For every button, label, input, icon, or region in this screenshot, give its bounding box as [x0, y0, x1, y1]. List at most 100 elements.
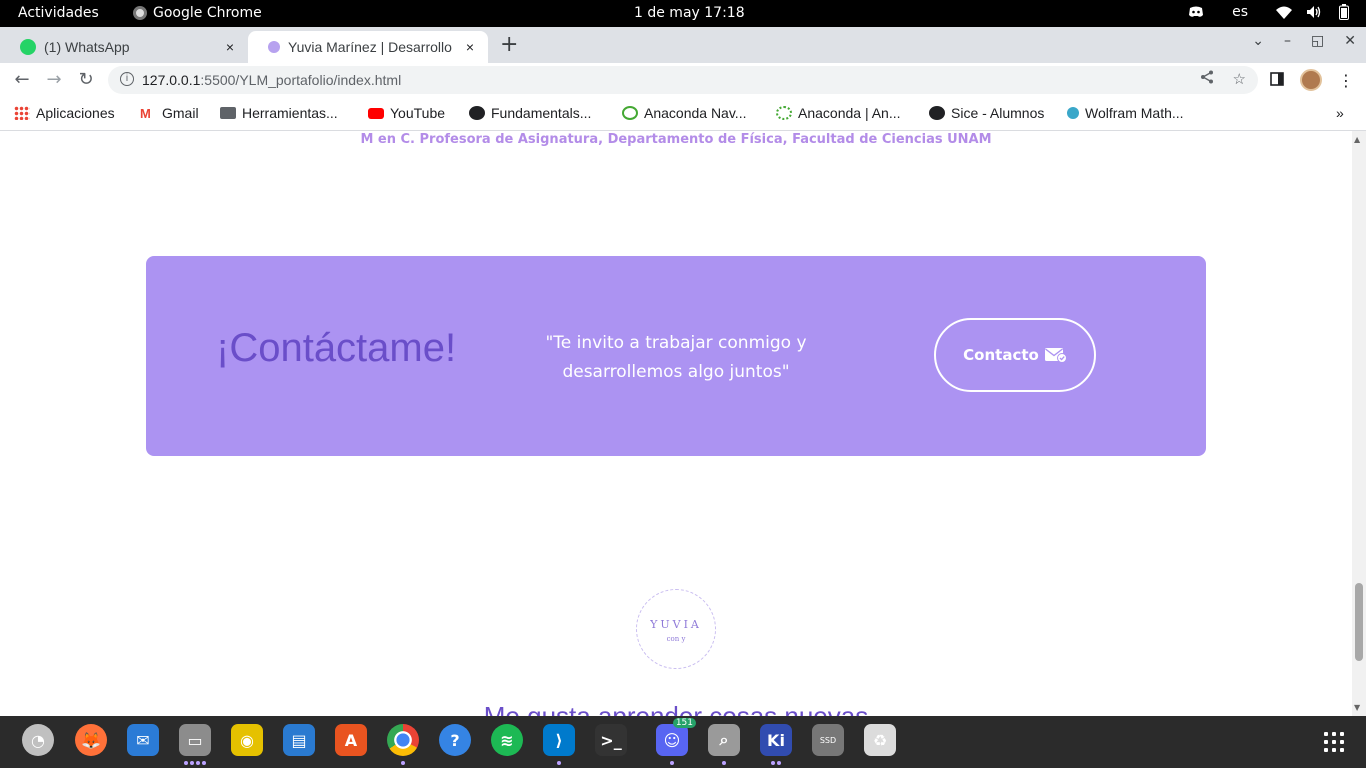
ssd-dock-icon[interactable]: SSD: [812, 724, 844, 756]
system-top-bar: Actividades Google Chrome 1 de may 17:18…: [0, 0, 1366, 27]
bookmark-herramientas[interactable]: Herramientas...: [220, 105, 338, 121]
discord-tray-icon[interactable]: [1188, 5, 1204, 19]
discord-dock-icon[interactable]: ☺ 151: [656, 718, 696, 756]
bookmark-fundamentals[interactable]: Fundamentals...: [469, 105, 591, 121]
spotify-dock-icon[interactable]: ≋: [491, 724, 523, 756]
profile-subtitle: M en C. Profesora de Asignatura, Departa…: [360, 132, 992, 147]
toolbar-right: ⋮: [1270, 69, 1354, 91]
running-indicator: [557, 761, 561, 765]
app-menu[interactable]: Google Chrome: [133, 5, 262, 21]
wolfram-icon: [1067, 107, 1079, 119]
anaconda-icon: [622, 106, 638, 120]
logo-subtext: con y: [666, 635, 686, 643]
contact-quote: "Te invito a trabajar conmigo y desarrol…: [545, 333, 807, 382]
bookmark-wolfram[interactable]: Wolfram Math...: [1067, 105, 1184, 121]
contact-button[interactable]: Contacto: [934, 318, 1096, 392]
bookmark-sice[interactable]: Sice - Alumnos: [929, 105, 1044, 121]
wifi-icon[interactable]: [1276, 5, 1292, 19]
trash-dock-icon[interactable]: ♻: [864, 724, 896, 756]
anaconda-ring-icon: [776, 106, 792, 120]
scroll-down-icon[interactable]: ▼: [1354, 703, 1360, 712]
tab-whatsapp[interactable]: (1) WhatsApp ×: [0, 31, 248, 63]
contact-button-label: Contacto: [963, 346, 1039, 364]
bookmark-youtube[interactable]: YouTube: [368, 105, 445, 121]
running-indicator: [184, 761, 206, 765]
bookmark-aplicaciones[interactable]: Aplicaciones: [14, 105, 115, 121]
volume-icon[interactable]: [1306, 5, 1322, 19]
about-heading: Me gusta aprender cosas nuevas: [483, 701, 869, 716]
whatsapp-icon: [20, 39, 36, 55]
writer-dock-icon[interactable]: ▤: [283, 724, 315, 756]
site-info-icon[interactable]: i: [120, 72, 134, 86]
firefox-dock-icon[interactable]: 🦊: [75, 724, 107, 756]
close-tab-icon[interactable]: ×: [462, 39, 478, 55]
language-indicator[interactable]: es: [1232, 4, 1248, 20]
bookmarks-bar: Aplicaciones M Gmail Herramientas... You…: [0, 97, 1366, 131]
bookmark-star-icon[interactable]: ☆: [1233, 70, 1246, 88]
notification-badge: 151: [672, 718, 696, 728]
folder-icon: [220, 107, 236, 119]
clock[interactable]: 1 de may 17:18: [634, 5, 745, 21]
logo-wordmark: YUVIA: [650, 618, 702, 631]
chrome-dock-icon[interactable]: [387, 724, 419, 756]
globe-icon: [929, 106, 945, 120]
activities-button[interactable]: Actividades: [18, 5, 99, 21]
envelope-check-icon: [1044, 348, 1067, 363]
minimize-icon[interactable]: –: [1284, 33, 1291, 49]
page-viewport: M en C. Profesora de Asignatura, Departa…: [0, 131, 1352, 716]
forward-icon[interactable]: →: [44, 69, 64, 90]
contact-section: ¡Contáctame! "Te invito a trabajar conmi…: [146, 256, 1206, 456]
thunderbird-dock-icon[interactable]: ✉: [127, 724, 159, 756]
close-tab-icon[interactable]: ×: [222, 39, 238, 55]
yuvia-logo: YUVIA con y: [636, 589, 716, 669]
running-indicator: [401, 761, 405, 765]
tab-title: (1) WhatsApp: [44, 39, 130, 55]
scroll-up-icon[interactable]: ▲: [1354, 135, 1360, 144]
new-tab-button[interactable]: +: [500, 32, 520, 57]
battery-icon[interactable]: [1336, 4, 1352, 20]
running-indicator: [722, 761, 726, 765]
bookmark-anaconda-navigator[interactable]: Anaconda Nav...: [622, 105, 746, 121]
bookmarks-overflow-button[interactable]: »: [1336, 105, 1344, 121]
running-indicator: [771, 761, 781, 765]
show-apps-icon[interactable]: [1324, 732, 1344, 752]
apps-grid-icon: [14, 106, 30, 120]
close-window-icon[interactable]: ✕: [1344, 33, 1356, 49]
page-scrollbar[interactable]: ▲ ▼: [1352, 131, 1366, 716]
gmail-icon: M: [140, 106, 151, 121]
restore-icon[interactable]: ◱: [1311, 33, 1324, 49]
app-launcher-dock-icon[interactable]: ◔: [22, 724, 54, 756]
rhythmbox-dock-icon[interactable]: ◉: [231, 724, 263, 756]
tab-strip: (1) WhatsApp × Yuvia Marínez | Desarroll…: [0, 27, 1366, 63]
kicad-dock-icon[interactable]: Ki: [760, 724, 792, 756]
terminal-dock-icon[interactable]: >_: [595, 724, 627, 756]
address-bar[interactable]: i 127.0.0.1:5500/YLM_portafolio/index.ht…: [108, 66, 1258, 94]
system-tray[interactable]: es: [1188, 4, 1352, 20]
reload-icon[interactable]: ↻: [76, 69, 96, 90]
share-icon[interactable]: [1200, 70, 1214, 88]
browser-toolbar: ← → ↻ i 127.0.0.1:5500/YLM_portafolio/in…: [0, 63, 1366, 97]
vscode-dock-icon[interactable]: ⟩: [543, 724, 575, 756]
contact-heading: ¡Contáctame!: [216, 326, 457, 370]
bookmark-anaconda[interactable]: Anaconda | An...: [776, 105, 901, 121]
chrome-menu-icon[interactable]: ⋮: [1338, 71, 1354, 90]
help-dock-icon[interactable]: ?: [439, 724, 471, 756]
software-dock-icon[interactable]: A: [335, 724, 367, 756]
url-text: 127.0.0.1:5500/YLM_portafolio/index.html: [142, 72, 402, 88]
youtube-icon: [368, 107, 384, 119]
side-panel-icon[interactable]: [1270, 71, 1284, 90]
chrome-icon: [133, 6, 147, 20]
tab-portfolio[interactable]: Yuvia Marínez | Desarrollo ×: [248, 31, 488, 63]
window-controls: ⌄ – ◱ ✕: [1252, 33, 1356, 49]
portfolio-favicon-icon: [268, 41, 280, 53]
back-icon[interactable]: ←: [12, 69, 32, 90]
profile-avatar[interactable]: [1300, 69, 1322, 91]
running-indicator: [670, 761, 674, 765]
app-menu-label: Google Chrome: [153, 5, 262, 21]
bookmark-gmail[interactable]: M Gmail: [140, 105, 199, 121]
files-dock-icon[interactable]: ▭: [179, 724, 211, 756]
scrollbar-thumb[interactable]: [1355, 583, 1363, 661]
globe-icon: [469, 106, 485, 120]
tab-search-icon[interactable]: ⌄: [1252, 33, 1264, 49]
image-viewer-dock-icon[interactable]: ⌕: [708, 724, 740, 756]
